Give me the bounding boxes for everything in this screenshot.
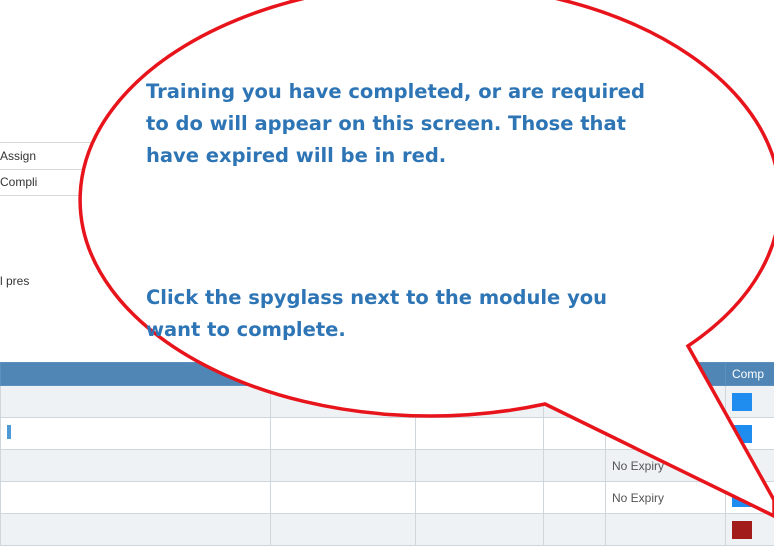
callout-paragraph-training-info: Training you have completed, or are requ… — [146, 76, 666, 172]
callout-paragraph-spyglass-instruction: Click the spyglass next to the module yo… — [146, 282, 666, 346]
